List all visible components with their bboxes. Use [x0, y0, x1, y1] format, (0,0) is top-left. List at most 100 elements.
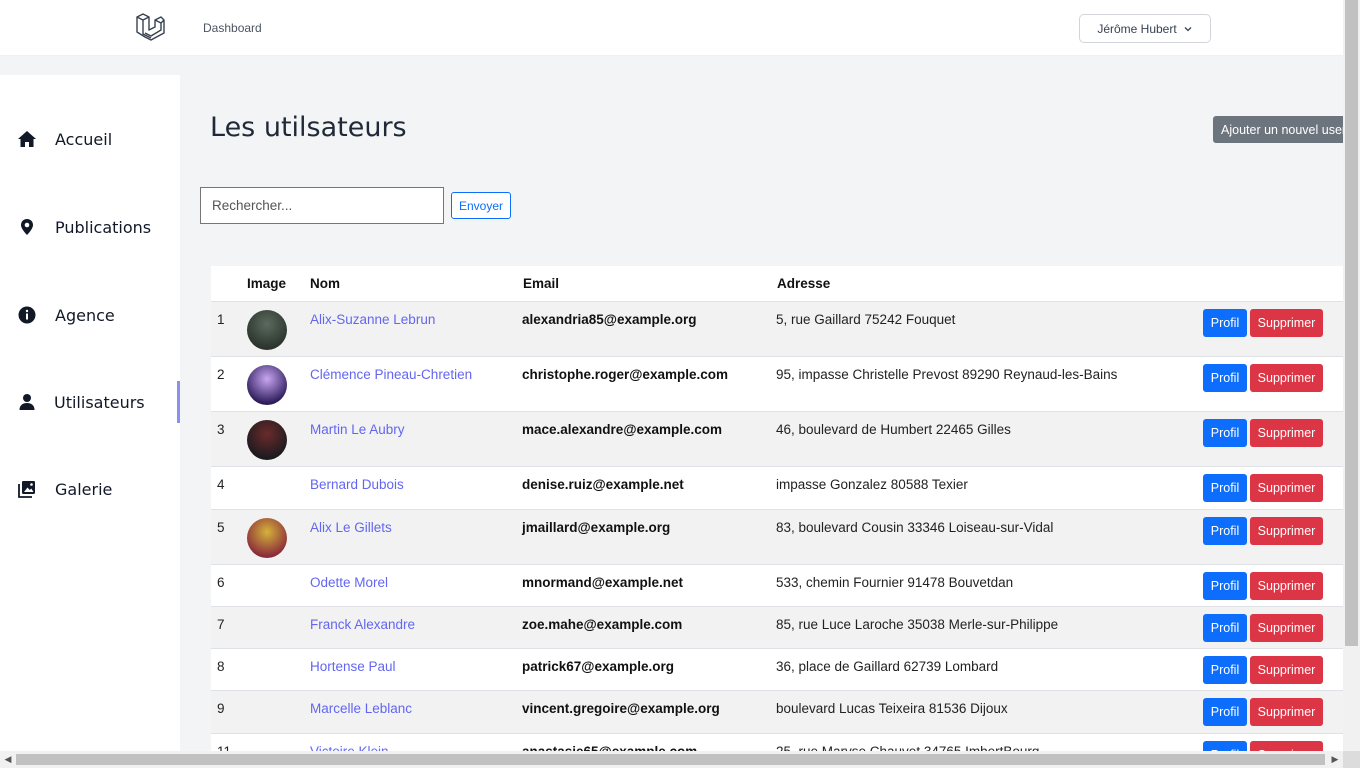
profil-button[interactable]: Profil: [1203, 419, 1247, 447]
table-row: 1 Alix-Suzanne Lebrun alexandria85@example…: [211, 302, 1343, 357]
column-header-adresse: Adresse: [777, 276, 831, 291]
row-number: 9: [217, 701, 225, 716]
supprimer-button[interactable]: Supprimer: [1250, 656, 1323, 684]
user-address: 83, boulevard Cousin 33346 Loiseau-sur-V…: [776, 520, 1054, 535]
supprimer-button[interactable]: Supprimer: [1250, 698, 1323, 726]
user-address: 5, rue Gaillard 75242 Fouquet: [776, 312, 956, 327]
page-title: Les utilsateurs: [210, 112, 407, 143]
sidebar-item-label: Agence: [55, 305, 115, 325]
table-row: 5 Alix Le Gillets jmaillard@example.org 83,…: [211, 510, 1343, 565]
nav-dashboard-link[interactable]: Dashboard: [203, 21, 262, 35]
user-address: boulevard Lucas Teixeira 81536 Dijoux: [776, 701, 1008, 716]
table-header: Image Nom Email Adresse: [211, 266, 1343, 302]
user-name-link[interactable]: Odette Morel: [310, 575, 388, 590]
sidebar-item-agence[interactable]: Agence: [0, 294, 180, 336]
user-address: impasse Gonzalez 80588 Texier: [776, 477, 968, 492]
scroll-right-arrow-icon[interactable]: ▶: [1327, 751, 1343, 768]
column-header-image: Image: [247, 276, 287, 291]
supprimer-button[interactable]: Supprimer: [1250, 614, 1323, 642]
user-name-link[interactable]: Alix Le Gillets: [310, 520, 392, 535]
row-number: 6: [217, 575, 225, 590]
user-menu-dropdown[interactable]: Jérôme Hubert: [1079, 14, 1211, 43]
sidebar-item-label: Utilisateurs: [54, 392, 145, 412]
chevron-down-icon: [1184, 26, 1192, 31]
user-email: mnormand@example.net: [522, 575, 683, 590]
user-email: mace.alexandre@example.com: [522, 422, 723, 437]
vertical-scrollbar-thumb[interactable]: [1345, 0, 1358, 646]
vertical-scrollbar[interactable]: [1343, 0, 1360, 751]
table-row: 7 Franck Alexandre zoe.mahe@example.com 85,…: [211, 607, 1343, 649]
profil-button[interactable]: Profil: [1203, 572, 1247, 600]
scrollbar-corner: [1343, 751, 1360, 768]
profil-button[interactable]: Profil: [1203, 656, 1247, 684]
sidebar: Accueil Publications Agence Utilisateurs…: [0, 75, 180, 751]
send-button[interactable]: Envoyer: [451, 192, 511, 219]
info-icon: [17, 305, 37, 325]
supprimer-button[interactable]: Supprimer: [1250, 419, 1323, 447]
profil-button[interactable]: Profil: [1203, 517, 1247, 545]
user-email: zoe.mahe@example.com: [522, 617, 683, 632]
sidebar-item-publications[interactable]: Publications: [0, 206, 180, 248]
row-number: 4: [217, 477, 225, 492]
user-email: vincent.gregoire@example.org: [522, 701, 720, 716]
row-number: 7: [217, 617, 225, 632]
user-address: 46, boulevard de Humbert 22465 Gilles: [776, 422, 1011, 437]
row-number: 3: [217, 422, 225, 437]
sidebar-item-label: Galerie: [55, 479, 113, 499]
user-avatar: [247, 365, 287, 405]
table-row: 3 Martin Le Aubry mace.alexandre@example.c…: [211, 412, 1343, 467]
scroll-left-arrow-icon[interactable]: ◀: [0, 751, 16, 768]
sidebar-item-label: Publications: [55, 217, 152, 237]
profil-button[interactable]: Profil: [1203, 614, 1247, 642]
horizontal-scrollbar-thumb[interactable]: [16, 754, 1325, 765]
home-icon: [17, 129, 37, 149]
map-pin-icon: [17, 217, 37, 237]
user-name-link[interactable]: Clémence Pineau-Chretien: [310, 367, 472, 382]
profil-button[interactable]: Profil: [1203, 474, 1247, 502]
user-icon: [17, 392, 37, 412]
top-navbar: Dashboard Jérôme Hubert: [0, 0, 1343, 56]
user-name-link[interactable]: Alix-Suzanne Lebrun: [310, 312, 435, 327]
table-row: 8 Hortense Paul patrick67@example.org 36, p…: [211, 649, 1343, 691]
laravel-logo-icon[interactable]: [134, 12, 166, 44]
table-body: 1 Alix-Suzanne Lebrun alexandria85@example…: [211, 302, 1343, 768]
user-avatar: [247, 518, 287, 558]
sidebar-item-label: Accueil: [55, 129, 113, 149]
table-row: 6 Odette Morel mnormand@example.net 533, ch…: [211, 565, 1343, 607]
user-name-link[interactable]: Franck Alexandre: [310, 617, 415, 632]
user-address: 85, rue Luce Laroche 35038 Merle-sur-Phi…: [776, 617, 1059, 632]
row-number: 2: [217, 367, 225, 382]
supprimer-button[interactable]: Supprimer: [1250, 517, 1323, 545]
row-number: 8: [217, 659, 225, 674]
user-email: alexandria85@example.org: [522, 312, 697, 327]
user-avatar: [247, 310, 287, 350]
supprimer-button[interactable]: Supprimer: [1250, 309, 1323, 337]
user-name-link[interactable]: Bernard Dubois: [310, 477, 404, 492]
profil-button[interactable]: Profil: [1203, 309, 1247, 337]
user-email: denise.ruiz@example.net: [522, 477, 684, 492]
user-name-link[interactable]: Marcelle Leblanc: [310, 701, 412, 716]
user-name-link[interactable]: Hortense Paul: [310, 659, 396, 674]
user-avatar: [247, 420, 287, 460]
add-user-button[interactable]: Ajouter un nouvel user: [1213, 116, 1360, 143]
sidebar-item-utilisateurs[interactable]: Utilisateurs: [0, 381, 180, 423]
sidebar-item-galerie[interactable]: Galerie: [0, 468, 180, 510]
supprimer-button[interactable]: Supprimer: [1250, 572, 1323, 600]
row-number: 5: [217, 520, 225, 535]
supprimer-button[interactable]: Supprimer: [1250, 364, 1323, 392]
user-address: 533, chemin Fournier 91478 Bouvetdan: [776, 575, 1014, 590]
search-input[interactable]: [200, 187, 444, 224]
gallery-icon: [17, 479, 37, 499]
user-name: Jérôme Hubert: [1097, 21, 1177, 36]
profil-button[interactable]: Profil: [1203, 698, 1247, 726]
supprimer-button[interactable]: Supprimer: [1250, 474, 1323, 502]
user-name-link[interactable]: Martin Le Aubry: [310, 422, 405, 437]
profil-button[interactable]: Profil: [1203, 364, 1247, 392]
sidebar-item-accueil[interactable]: Accueil: [0, 118, 180, 160]
horizontal-scrollbar[interactable]: ◀ ▶: [0, 751, 1343, 768]
user-email: jmaillard@example.org: [522, 520, 671, 535]
user-address: 36, place de Gaillard 62739 Lombard: [776, 659, 999, 674]
table-row: 4 Bernard Dubois denise.ruiz@example.net im…: [211, 467, 1343, 510]
user-address: 95, impasse Christelle Prevost 89290 Rey…: [776, 367, 1118, 382]
user-email: patrick67@example.org: [522, 659, 674, 674]
